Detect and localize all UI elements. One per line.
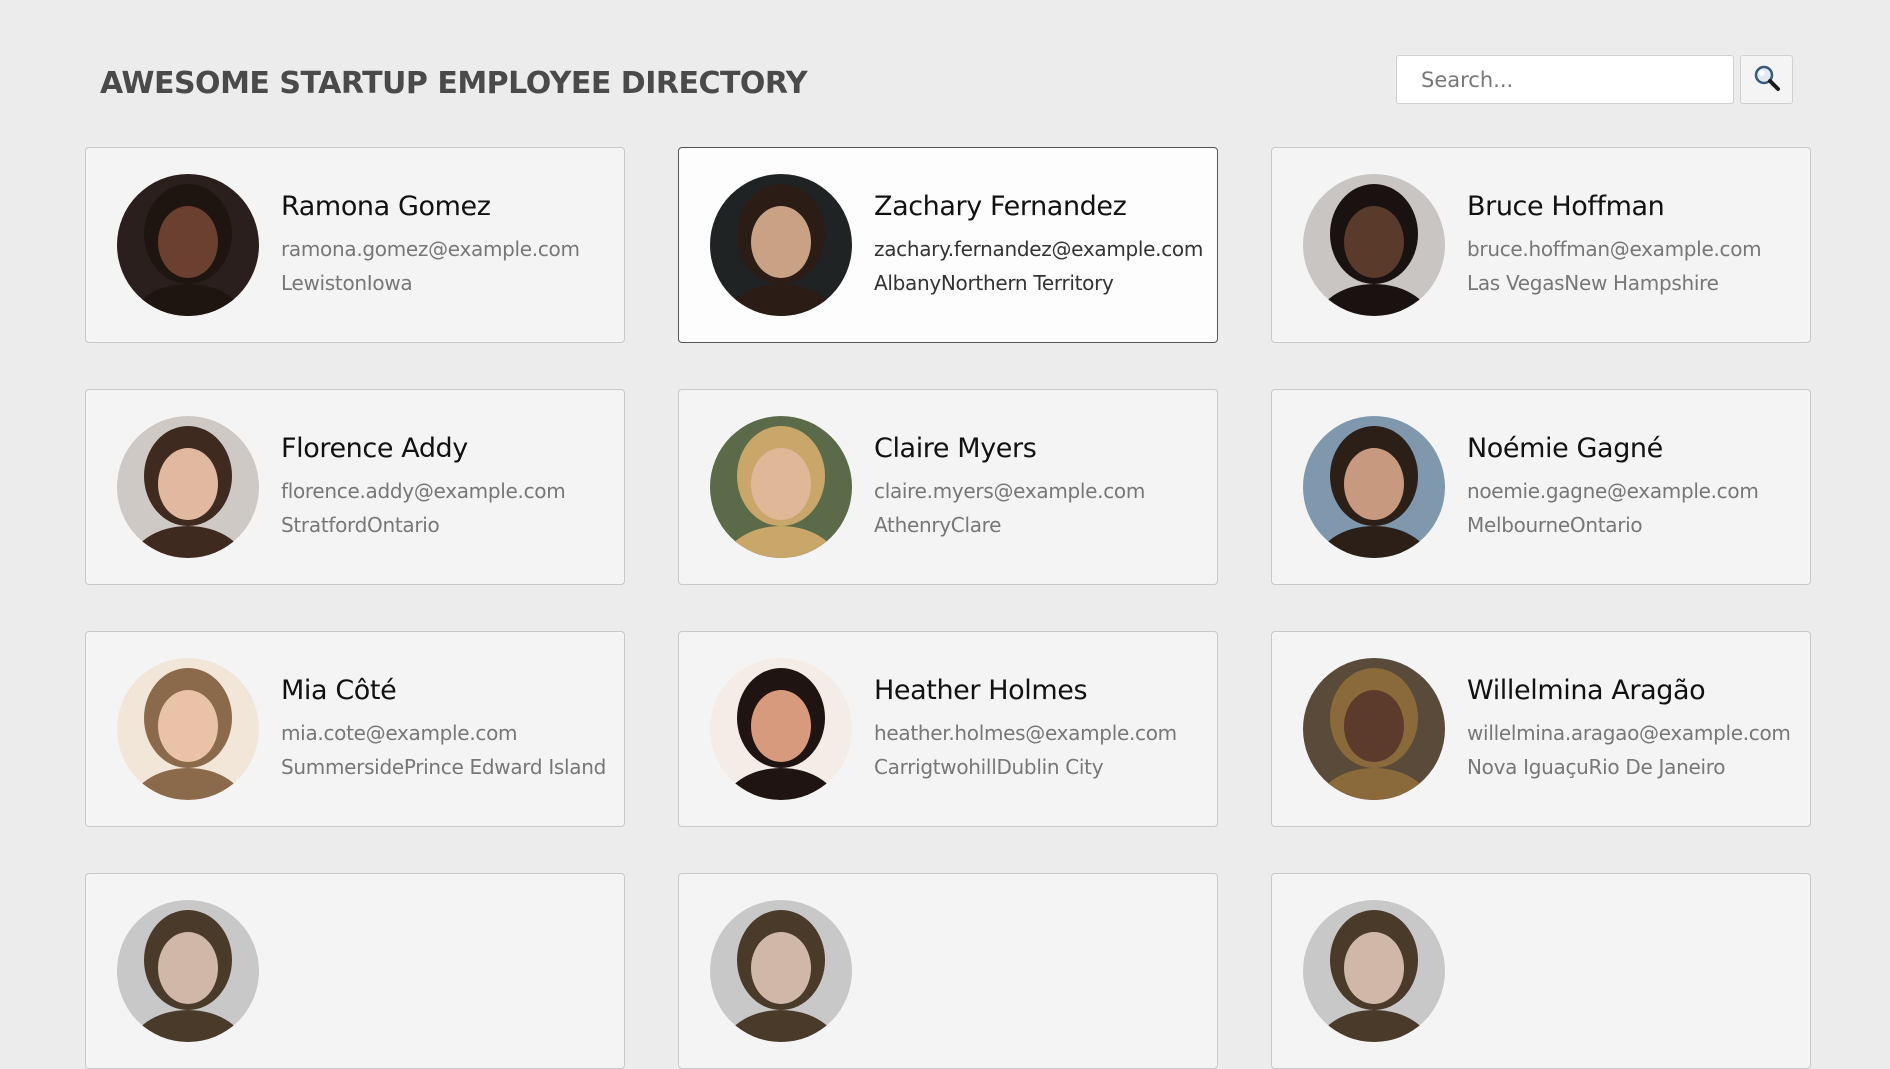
search-input[interactable] bbox=[1396, 55, 1734, 104]
employee-name: Ramona Gomez bbox=[281, 190, 491, 222]
magnifier-icon bbox=[1753, 64, 1781, 95]
employee-name: Florence Addy bbox=[281, 432, 468, 464]
employee-card[interactable]: Willelmina Aragão willelmina.aragao@examp… bbox=[1271, 631, 1811, 827]
employee-email: ramona.gomez@example.com bbox=[281, 236, 580, 261]
employee-info: Florence Addy florence.addy@example.com St… bbox=[281, 432, 566, 542]
employee-location: SummersidePrince Edward Island bbox=[281, 754, 607, 779]
employee-info: Bruce Hoffman bruce.hoffman@example.com La… bbox=[1467, 190, 1762, 300]
employee-card[interactable]: Bruce Hoffman bruce.hoffman@example.com La… bbox=[1271, 147, 1811, 343]
employee-card[interactable]: Noémie Gagné noemie.gagne@example.com Melb… bbox=[1271, 389, 1811, 585]
avatar bbox=[1303, 416, 1445, 558]
search-button[interactable] bbox=[1740, 55, 1793, 104]
employee-card[interactable]: Claire Myers claire.myers@example.com Athe… bbox=[678, 389, 1218, 585]
employee-card[interactable]: Heather Holmes heather.holmes@example.com… bbox=[678, 631, 1218, 827]
employee-gallery: Ramona Gomez ramona.gomez@example.com Lewi… bbox=[85, 147, 1811, 1069]
avatar bbox=[1303, 174, 1445, 316]
avatar bbox=[1303, 658, 1445, 800]
avatar bbox=[117, 658, 259, 800]
employee-name: Mia Côté bbox=[281, 674, 397, 706]
employee-email: heather.holmes@example.com bbox=[874, 720, 1177, 745]
employee-info: Noémie Gagné noemie.gagne@example.com Melb… bbox=[1467, 433, 1759, 542]
employee-card[interactable]: Florence Addy florence.addy@example.com St… bbox=[85, 389, 625, 585]
employee-info: Claire Myers claire.myers@example.com Athe… bbox=[874, 433, 1145, 542]
employee-email: mia.cote@example.com bbox=[281, 720, 518, 745]
employee-location: StratfordOntario bbox=[281, 512, 440, 537]
employee-name: Willelmina Aragão bbox=[1467, 674, 1706, 706]
avatar bbox=[1303, 900, 1445, 1042]
avatar bbox=[710, 658, 852, 800]
avatar bbox=[117, 416, 259, 558]
avatar bbox=[117, 900, 259, 1042]
employee-location: LewistonIowa bbox=[281, 270, 413, 295]
employee-card[interactable]: Ramona Gomez ramona.gomez@example.com Lewi… bbox=[85, 147, 625, 343]
employee-email: zachary.fernandez@example.com bbox=[874, 236, 1204, 261]
employee-email: noemie.gagne@example.com bbox=[1467, 478, 1759, 503]
employee-card[interactable] bbox=[85, 873, 625, 1069]
employee-location: Nova IguaçuRio De Janeiro bbox=[1467, 754, 1726, 779]
employee-name: Noémie Gagné bbox=[1467, 432, 1663, 464]
employee-location: AlbanyNorthern Territory bbox=[874, 270, 1114, 295]
employee-email: claire.myers@example.com bbox=[874, 478, 1146, 503]
employee-email: willelmina.aragao@example.com bbox=[1467, 720, 1791, 745]
employee-card[interactable] bbox=[678, 873, 1218, 1069]
employee-card[interactable] bbox=[1271, 873, 1811, 1069]
employee-info: Mia Côté mia.cote@example.com SummersidePr… bbox=[281, 675, 606, 784]
employee-card[interactable]: Zachary Fernandez zachary.fernandez@examp… bbox=[678, 147, 1218, 343]
employee-location: AthenryClare bbox=[874, 512, 1002, 537]
avatar bbox=[710, 174, 852, 316]
employee-name: Bruce Hoffman bbox=[1467, 190, 1665, 222]
employee-location: Las VegasNew Hampshire bbox=[1467, 270, 1719, 295]
employee-location: CarrigtwohillDublin City bbox=[874, 754, 1104, 779]
search-form bbox=[1396, 55, 1793, 104]
employee-location: MelbourneOntario bbox=[1467, 512, 1643, 537]
avatar bbox=[117, 174, 259, 316]
employee-email: bruce.hoffman@example.com bbox=[1467, 236, 1762, 261]
page-title: AWESOME STARTUP EMPLOYEE DIRECTORY bbox=[100, 66, 808, 101]
avatar bbox=[710, 900, 852, 1042]
employee-name: Heather Holmes bbox=[874, 674, 1088, 706]
employee-name: Claire Myers bbox=[874, 432, 1037, 464]
employee-email: florence.addy@example.com bbox=[281, 478, 566, 503]
employee-info: Ramona Gomez ramona.gomez@example.com Lewi… bbox=[281, 191, 580, 300]
employee-info: Heather Holmes heather.holmes@example.com… bbox=[874, 675, 1177, 784]
employee-card[interactable]: Mia Côté mia.cote@example.com SummersidePr… bbox=[85, 631, 625, 827]
page-header: AWESOME STARTUP EMPLOYEE DIRECTORY bbox=[0, 0, 1890, 140]
employee-info: Zachary Fernandez zachary.fernandez@examp… bbox=[874, 191, 1203, 300]
employee-info: Willelmina Aragão willelmina.aragao@examp… bbox=[1467, 675, 1791, 784]
avatar bbox=[710, 416, 852, 558]
employee-name: Zachary Fernandez bbox=[874, 190, 1127, 222]
